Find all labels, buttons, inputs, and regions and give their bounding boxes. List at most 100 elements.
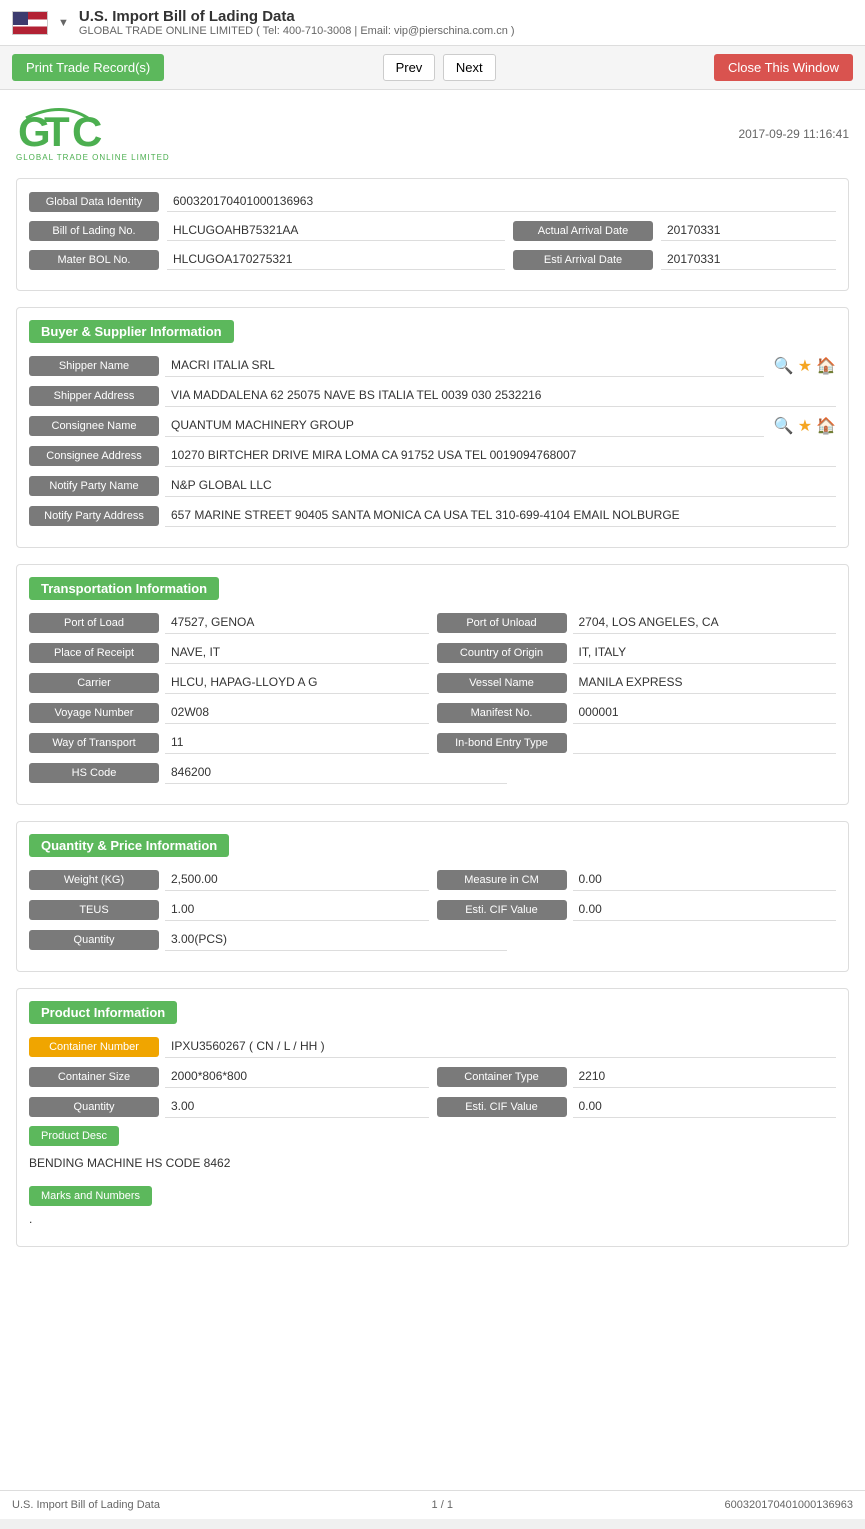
way-transport-col: Way of Transport 11	[29, 732, 429, 754]
shipper-actions: 🔍 ★ 🏠	[774, 356, 836, 376]
hs-code-label: HS Code	[29, 763, 159, 783]
product-quantity-row: Quantity 3.00 Esti. CIF Value 0.00	[29, 1096, 836, 1118]
svg-text:C: C	[72, 108, 102, 155]
bol-row: Bill of Lading No. HLCUGOAHB75321AA Actu…	[29, 220, 836, 241]
carrier-row: Carrier HLCU, HAPAG-LLOYD A G Vessel Nam…	[29, 672, 836, 694]
way-of-transport-value: 11	[165, 732, 429, 754]
next-button[interactable]: Next	[443, 54, 496, 81]
container-type-col: Container Type 2210	[437, 1066, 837, 1088]
in-bond-entry-value	[573, 732, 837, 754]
transport-row: Way of Transport 11 In-bond Entry Type	[29, 732, 836, 754]
voyage-col: Voyage Number 02W08	[29, 702, 429, 724]
in-bond-col: In-bond Entry Type	[437, 732, 837, 754]
product-quantity-value: 3.00	[165, 1096, 429, 1118]
shipper-name-label: Shipper Name	[29, 356, 159, 376]
teus-col: TEUS 1.00	[29, 899, 429, 921]
quantity-price-title: Quantity & Price Information	[29, 834, 229, 857]
product-quantity-col: Quantity 3.00	[29, 1096, 429, 1118]
measure-value: 0.00	[573, 869, 837, 891]
shipper-address-value: VIA MADDALENA 62 25075 NAVE BS ITALIA TE…	[165, 385, 836, 407]
marks-button[interactable]: Marks and Numbers	[29, 1186, 152, 1206]
buyer-supplier-title: Buyer & Supplier Information	[29, 320, 234, 343]
toolbar: Print Trade Record(s) Prev Next Close Th…	[0, 46, 865, 90]
home-icon-2[interactable]: 🏠	[816, 416, 836, 436]
notify-party-address-value: 657 MARINE STREET 90405 SANTA MONICA CA …	[165, 505, 836, 527]
page-footer: U.S. Import Bill of Lading Data 1 / 1 60…	[0, 1490, 865, 1519]
vessel-name-label: Vessel Name	[437, 673, 567, 693]
close-button[interactable]: Close This Window	[714, 54, 853, 81]
product-desc-button[interactable]: Product Desc	[29, 1126, 119, 1146]
carrier-label: Carrier	[29, 673, 159, 693]
logo-container: G T C GLOBAL TRADE ONLINE LIMITED	[16, 106, 170, 162]
place-receipt-col: Place of Receipt NAVE, IT	[29, 642, 429, 664]
shipper-address-row: Shipper Address VIA MADDALENA 62 25075 N…	[29, 385, 836, 407]
container-type-label: Container Type	[437, 1067, 567, 1087]
actual-arrival-label: Actual Arrival Date	[513, 221, 653, 241]
port-of-load-label: Port of Load	[29, 613, 159, 633]
master-bol-row: Mater BOL No. HLCUGOA170275321 Esti Arri…	[29, 249, 836, 270]
global-data-row: Global Data Identity 6003201704010001369…	[29, 191, 836, 212]
search-icon[interactable]: 🔍	[774, 356, 794, 376]
port-unload-col: Port of Unload 2704, LOS ANGELES, CA	[437, 612, 837, 634]
footer-center: 1 / 1	[432, 1499, 453, 1511]
way-of-transport-label: Way of Transport	[29, 733, 159, 753]
home-icon[interactable]: 🏠	[816, 356, 836, 376]
transportation-section: Transportation Information Port of Load …	[16, 564, 849, 805]
carrier-value: HLCU, HAPAG-LLOYD A G	[165, 672, 429, 694]
dropdown-arrow[interactable]: ▼	[58, 17, 69, 29]
country-of-origin-label: Country of Origin	[437, 643, 567, 663]
header-subtitle: GLOBAL TRADE ONLINE LIMITED ( Tel: 400-7…	[79, 25, 515, 37]
product-desc-area: Product Desc BENDING MACHINE HS CODE 846…	[29, 1126, 836, 1226]
master-bol-value: HLCUGOA170275321	[167, 249, 505, 270]
esti-cif-qp-label: Esti. CIF Value	[437, 900, 567, 920]
manifest-no-label: Manifest No.	[437, 703, 567, 723]
manifest-no-value: 000001	[573, 702, 837, 724]
port-load-col: Port of Load 47527, GENOA	[29, 612, 429, 634]
in-bond-entry-label: In-bond Entry Type	[437, 733, 567, 753]
container-number-button[interactable]: Container Number	[29, 1037, 159, 1057]
bol-label: Bill of Lading No.	[29, 221, 159, 241]
logo-subtitle: GLOBAL TRADE ONLINE LIMITED	[16, 153, 170, 162]
consignee-actions: 🔍 ★ 🏠	[774, 416, 836, 436]
measure-label: Measure in CM	[437, 870, 567, 890]
voyage-row: Voyage Number 02W08 Manifest No. 000001	[29, 702, 836, 724]
quantity-qp-value: 3.00(PCS)	[165, 929, 507, 951]
product-esti-cif-label: Esti. CIF Value	[437, 1097, 567, 1117]
search-icon-2[interactable]: 🔍	[774, 416, 794, 436]
country-of-origin-value: IT, ITALY	[573, 642, 837, 664]
consignee-name-label: Consignee Name	[29, 416, 159, 436]
port-of-unload-label: Port of Unload	[437, 613, 567, 633]
shipper-name-row: Shipper Name MACRI ITALIA SRL 🔍 ★ 🏠	[29, 355, 836, 377]
hs-code-row: HS Code 846200	[29, 762, 836, 784]
svg-text:T: T	[44, 108, 70, 155]
nav-buttons: Prev Next	[381, 54, 498, 81]
notify-party-row: Notify Party Name N&P GLOBAL LLC	[29, 475, 836, 497]
port-load-row: Port of Load 47527, GENOA Port of Unload…	[29, 612, 836, 634]
identity-section: Global Data Identity 6003201704010001369…	[16, 178, 849, 291]
teus-label: TEUS	[29, 900, 159, 920]
bol-value: HLCUGOAHB75321AA	[167, 220, 505, 241]
quantity-qp-label: Quantity	[29, 930, 159, 950]
master-bol-label: Mater BOL No.	[29, 250, 159, 270]
timestamp: 2017-09-29 11:16:41	[738, 127, 849, 141]
teus-value: 1.00	[165, 899, 429, 921]
footer-right: 600320170401000136963	[725, 1499, 853, 1511]
header-title: U.S. Import Bill of Lading Data	[79, 8, 515, 25]
quantity-qp-row: Quantity 3.00(PCS)	[29, 929, 836, 951]
vessel-name-value: MANILA EXPRESS	[573, 672, 837, 694]
place-receipt-row: Place of Receipt NAVE, IT Country of Ori…	[29, 642, 836, 664]
print-button[interactable]: Print Trade Record(s)	[12, 54, 164, 81]
star-icon-2[interactable]: ★	[798, 416, 812, 436]
star-icon[interactable]: ★	[798, 356, 812, 376]
consignee-address-row: Consignee Address 10270 BIRTCHER DRIVE M…	[29, 445, 836, 467]
container-size-label: Container Size	[29, 1067, 159, 1087]
top-header: ▼ U.S. Import Bill of Lading Data GLOBAL…	[0, 0, 865, 46]
product-esti-cif-value: 0.00	[573, 1096, 837, 1118]
port-of-load-value: 47527, GENOA	[165, 612, 429, 634]
prev-button[interactable]: Prev	[383, 54, 436, 81]
voyage-number-value: 02W08	[165, 702, 429, 724]
weight-label: Weight (KG)	[29, 870, 159, 890]
notify-party-address-row: Notify Party Address 657 MARINE STREET 9…	[29, 505, 836, 527]
vessel-col: Vessel Name MANILA EXPRESS	[437, 672, 837, 694]
buyer-supplier-section: Buyer & Supplier Information Shipper Nam…	[16, 307, 849, 548]
